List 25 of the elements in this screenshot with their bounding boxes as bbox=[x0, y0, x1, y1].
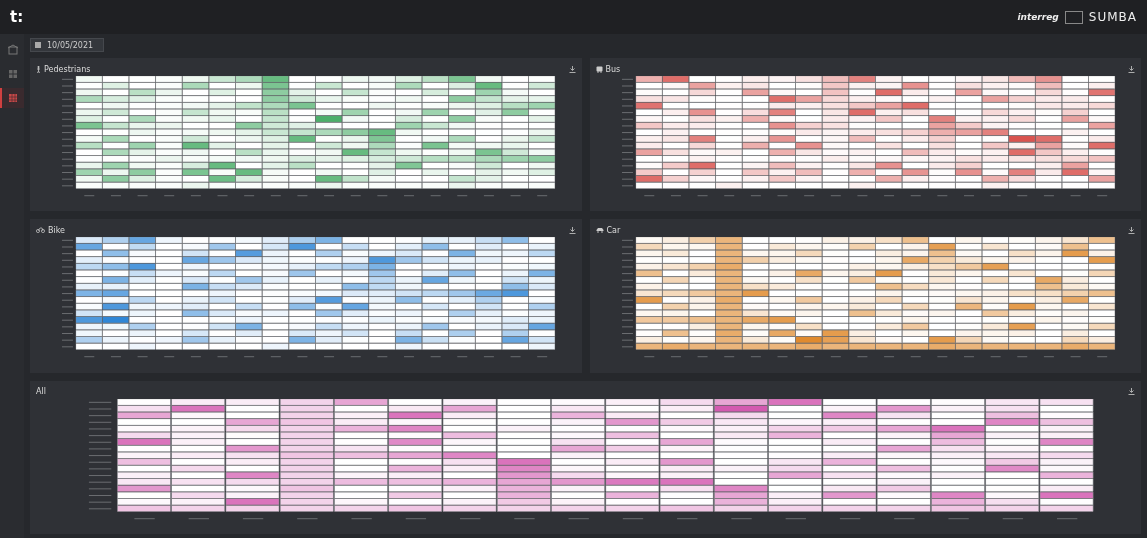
car-icon bbox=[595, 227, 604, 234]
download-icon[interactable] bbox=[568, 226, 576, 234]
grid-icon bbox=[7, 68, 19, 80]
panel-title: Bus bbox=[605, 64, 621, 74]
interreg-logo: interreg bbox=[1017, 12, 1059, 22]
panel-title: Bike bbox=[48, 225, 65, 235]
download-icon[interactable] bbox=[1128, 226, 1135, 234]
panel-title: Car bbox=[606, 225, 621, 235]
panel-title: Pedestrians bbox=[44, 64, 91, 74]
bus-icon bbox=[595, 65, 603, 73]
bike-icon bbox=[36, 227, 45, 234]
flag-icon bbox=[1064, 10, 1083, 24]
pedestrian-icon bbox=[36, 65, 41, 73]
app-logo: t: bbox=[10, 8, 24, 26]
home-icon bbox=[7, 44, 19, 56]
calendar-icon bbox=[35, 42, 41, 48]
date-field[interactable]: 10/05/2021 bbox=[30, 38, 104, 52]
download-icon[interactable] bbox=[1128, 388, 1135, 396]
date-value: 10/05/2021 bbox=[47, 40, 94, 50]
sidebar-item[interactable] bbox=[0, 88, 24, 108]
matrix-icon bbox=[7, 92, 19, 104]
download-icon[interactable] bbox=[568, 65, 576, 73]
panel-title: All bbox=[36, 387, 46, 397]
project-logo: SUMBA bbox=[1088, 10, 1137, 24]
download-icon[interactable] bbox=[1128, 65, 1135, 73]
